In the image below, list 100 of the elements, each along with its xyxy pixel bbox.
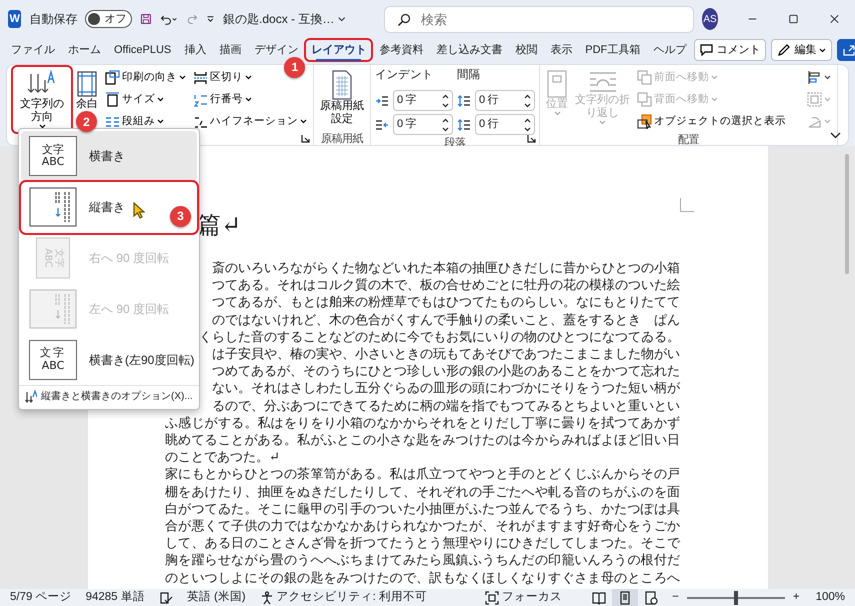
ribbon-command[interactable]: ハイフネーション [191,111,309,132]
chevron-down-icon[interactable] [338,16,346,22]
wrap-text-button: 文字列の折 り返し [573,67,632,128]
caret-icon [179,75,186,80]
body-text-line: 合が悪くて子供の力ではなかなかあけられなかつたが、それがますます好奇心をうごか [165,518,680,536]
ribbon-tab[interactable]: 描画 [214,40,246,60]
spin-field[interactable]: 0 行 [475,114,535,135]
menu-item[interactable]: 縦書きと横書きのオプション(X)... [19,385,199,407]
ribbon-tab[interactable]: ファイル [6,40,60,60]
zoom-level[interactable]: 100% [816,588,845,606]
spin-field[interactable]: 0 字 [393,90,453,111]
margin-corner-mark [680,198,694,212]
manuscript-settings-button[interactable]: 原稿用紙 設定 [318,67,366,130]
dialog-launcher-icon[interactable] [301,134,310,143]
accessibility-icon[interactable] [260,590,274,604]
ribbon-command[interactable]: オブジェクトの選択と表示 [635,111,788,132]
read-view-icon [592,590,606,604]
search-field[interactable]: 検索 [384,6,694,32]
margins-icon [76,70,98,98]
menu-item[interactable]: 文字 ABC 横書き [21,131,197,182]
size-icon [105,92,120,107]
vertical-text-icon [29,187,77,228]
caret-icon [599,120,606,126]
body-text-line: のといつしよにその銀の匙をみつけたので、訳もなくほしくなりすぐさま母のところへ [165,570,680,587]
language-status[interactable]: 英語 (米国) [186,588,246,606]
caret-icon [38,124,46,130]
caret-icon [300,119,307,124]
body-text-line: のことであつた。↵ [165,449,281,466]
ribbon-command[interactable]: 印刷の向き [103,67,188,88]
manuscript-paper-icon [331,70,353,100]
body-text-line: つてあるが、もとは舶来の粉煙草でもはひつてたものらしい。なにもとりたてて [211,294,680,312]
ribbon-command[interactable]: 行番号 [191,89,309,110]
ribbon-tab[interactable]: PDF工具箱 [580,40,646,60]
breaks-icon [193,70,208,85]
dialog-launcher-icon[interactable] [527,134,536,143]
body-text-line: のではないけれど、木の色合がくすんで手触りの柔いこと、蓋をするとき ぱん [211,312,680,329]
caret-icon [824,119,831,124]
menu-item[interactable]: 文字 ABC 横書き(左90度回転) [21,334,197,386]
text-direction-options-icon [25,390,37,404]
print-view-icon [618,590,632,604]
menu-item[interactable]: 縦書き 3 [21,182,197,233]
ribbon-tab[interactable]: ヘルプ [648,40,692,60]
caret-icon [245,75,252,80]
ribbon-tab[interactable]: レイアウト [306,40,372,60]
line-spacing-icon [457,118,471,130]
proofing-icon[interactable] [158,590,173,604]
caret-icon [819,48,826,52]
ribbon-command: 背面へ移動 [635,89,788,110]
ribbon-command[interactable]: サイズ [103,89,188,110]
zoom-slider-thumb[interactable] [734,590,738,604]
editing-button[interactable]: 編集 [771,39,832,61]
caret-icon [824,75,831,80]
autosave-label: 自動保存 [29,11,78,28]
columns-icon [105,114,120,129]
document-title: 銀の匙.docx - 互換… [223,11,334,28]
line-numbers-icon [193,92,208,107]
maximize-icon[interactable] [789,13,798,25]
zoom-in-button[interactable]: + [792,588,800,606]
page-count[interactable]: 5/79 ページ [10,588,72,606]
zoom-out-button[interactable]: − [672,588,679,606]
collapse-ribbon-icon[interactable] [830,132,841,139]
avatar[interactable]: AS [702,8,718,30]
caret-icon [157,119,164,124]
caret-icon [824,97,831,102]
ribbon-tab[interactable]: 表示 [545,40,578,60]
ribbon-tab[interactable]: OfficePLUS [109,40,176,60]
spin-field[interactable]: 0 行 [475,90,535,111]
focus-mode-button[interactable]: フォーカス [502,588,562,606]
ribbon-tab[interactable]: 校閲 [510,40,542,60]
body-text-line: ふ感じがする。私はをりをり小箱のなかからそれをとりだし丁寧に曇りを拭つてあかず [165,414,680,432]
spin-arrows-icon [442,94,449,108]
body-text-line: 眺めてることがある。私がふとこの小さな匙をみつけたのは今からみればよほど旧い日 [165,432,680,450]
caret-icon [711,75,718,80]
caret-icon [245,97,252,102]
ribbon-tab[interactable]: 参考資料 [374,40,428,60]
document-heading: 篇↵ [197,210,242,240]
comment-button[interactable]: コメント [694,39,766,61]
body-text-line: るので、分ぶあつにできてるために柄の端を指でもつてみるとちよいと重いとい [211,398,680,415]
save-icon[interactable] [140,11,152,27]
menu-item: 左へ 90 度回転 [21,283,197,334]
word-count[interactable]: 94285 単語 [86,588,145,606]
ribbon-tab[interactable]: 挿入 [179,40,212,60]
indent-icon [375,118,389,130]
text-sample-icon: 文字 ABC [29,136,77,176]
body-text-line: つめてあるが、そのうちにひとつ珍しい形の銀の小匙のあることをかつて忘れた [211,363,680,380]
body-text-line: 白がつてゐた。そこに龜甲の引手のついた小抽匣がふたつ並んでるうち、かたつぽは具 [165,500,680,518]
search-icon [396,12,411,26]
caret-icon [554,111,560,116]
focus-icon[interactable] [485,590,500,604]
autosave-toggle[interactable]: オフ [85,10,132,28]
ribbon-tab[interactable]: ホーム [63,40,106,60]
position-icon [546,70,568,98]
body-text-line: 胸を躍らせながら畳のうへへぶちまけてみたら風鎮ふうちんだの印籠いんろうの根付だ [165,552,680,570]
scrollbar-thumb[interactable] [845,154,849,274]
accessibility-status[interactable]: アクセシビリティ: 利用不可 [276,588,428,606]
close-icon[interactable] [830,13,839,25]
section-label: インデント [375,68,434,83]
ribbon-tab[interactable]: 差し込み文書 [431,40,508,60]
spin-field[interactable]: 0 字 [393,114,453,135]
ribbon-command[interactable]: 段組み [103,111,188,132]
